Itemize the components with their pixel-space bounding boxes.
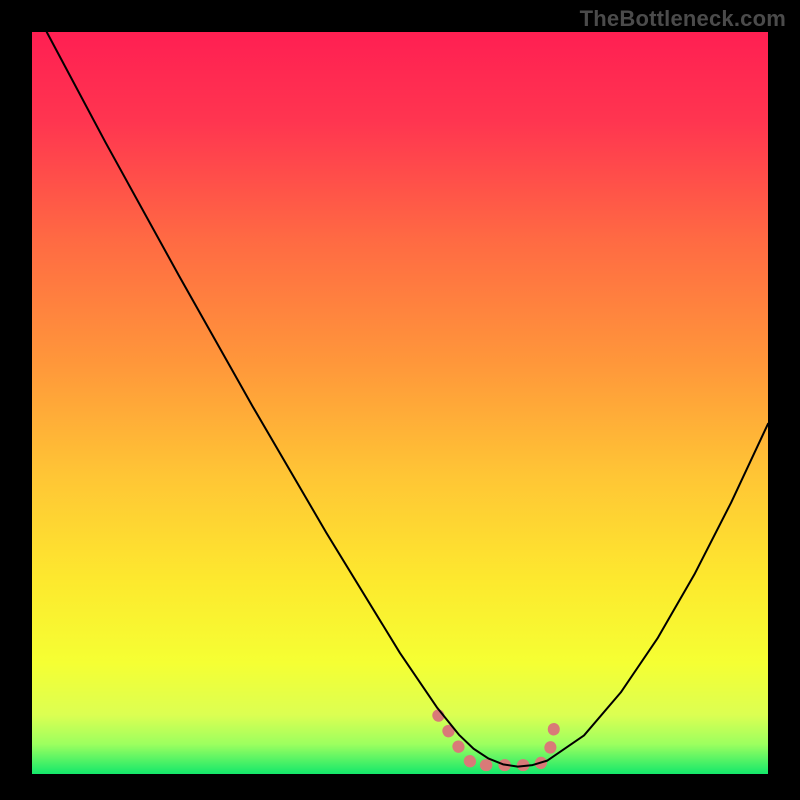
chart-stage: TheBottleneck.com (0, 0, 800, 800)
watermark-text: TheBottleneck.com (580, 6, 786, 32)
gradient-background (32, 32, 768, 774)
chart-svg (0, 0, 800, 800)
